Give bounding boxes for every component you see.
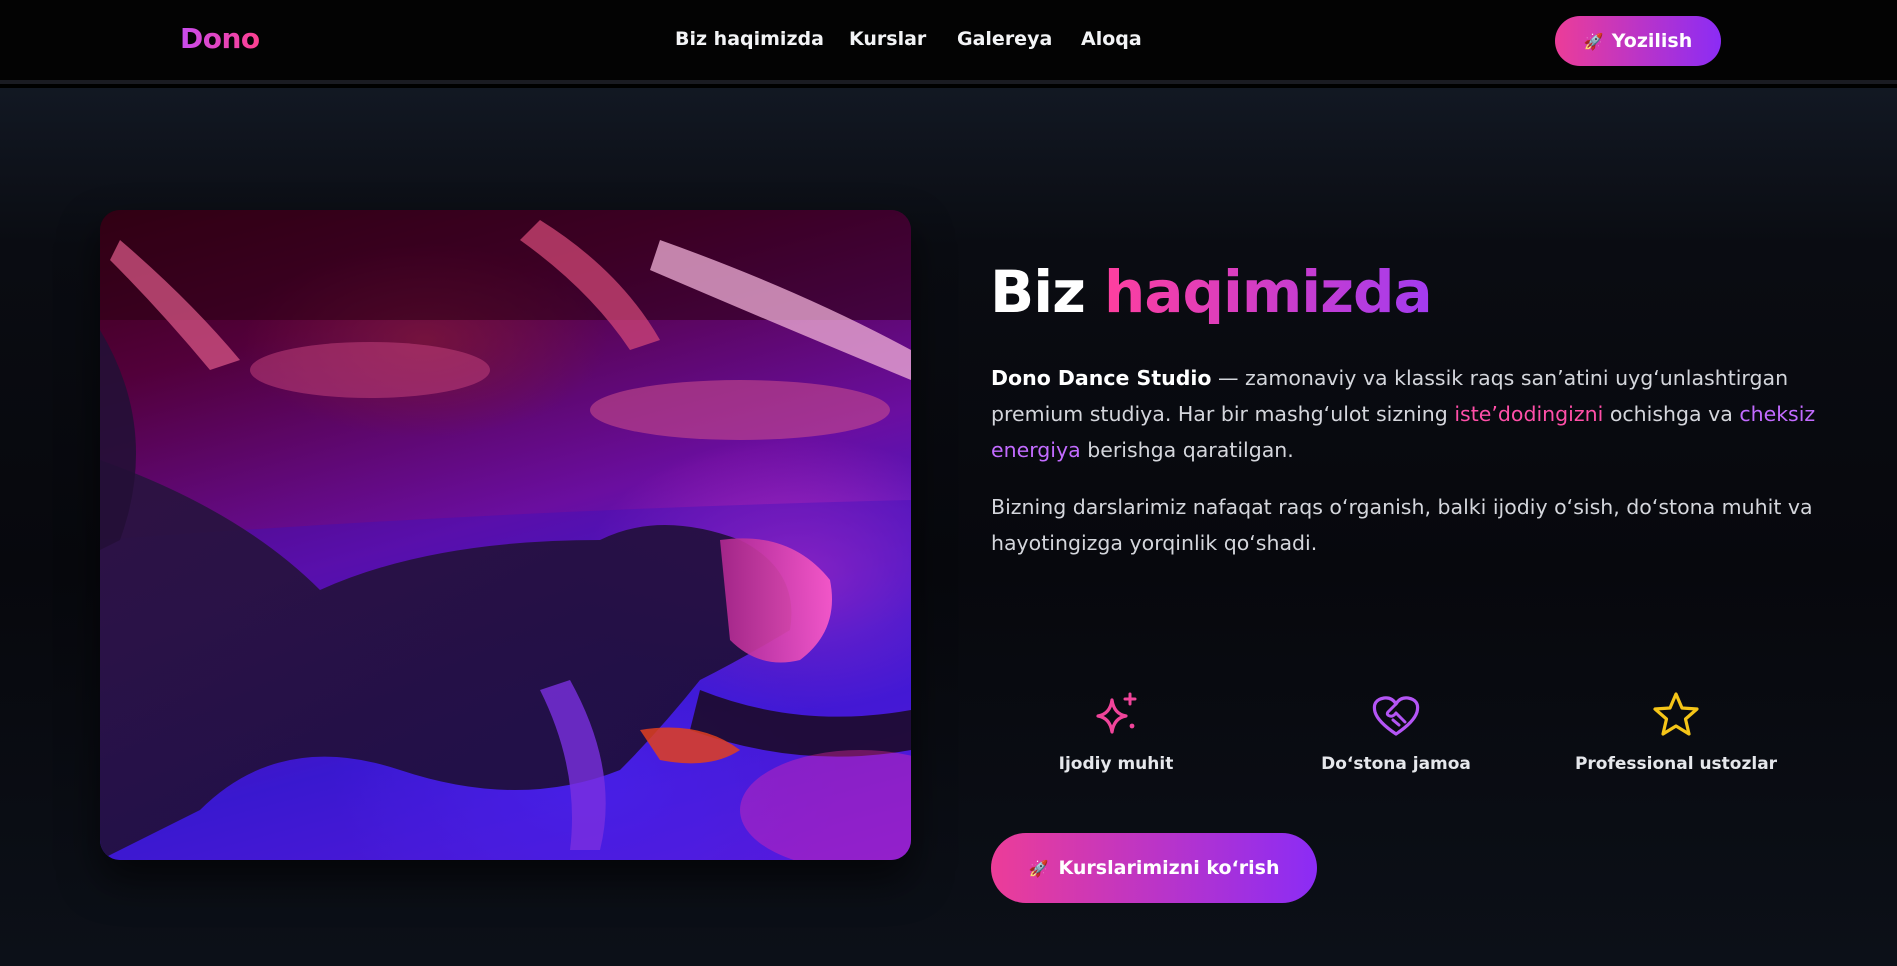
- heart-handshake-icon: [1372, 696, 1420, 736]
- secondary-paragraph: Bizning darslarimiz nafaqat raqs o‘rgani…: [991, 495, 1813, 555]
- title-accent: haqimizda: [1104, 258, 1433, 326]
- feature-friendly: Do‘stona jamoa: [1276, 688, 1516, 774]
- intro-text-2: ochishga va: [1603, 402, 1740, 426]
- about-section: Biz haqimizda Dono Dance Studio — zamona…: [0, 88, 1897, 966]
- studio-name: Dono Dance Studio: [991, 366, 1212, 390]
- feature-professional: Professional ustozlar: [1556, 688, 1796, 774]
- top-navbar: Dono Biz haqimizda Kurslar Galereya Aloq…: [0, 0, 1897, 84]
- nav-item-contact[interactable]: Aloqa: [1081, 28, 1142, 50]
- nav-item-about[interactable]: Biz haqimizda: [675, 28, 824, 50]
- section-title: Biz haqimizda: [990, 258, 1433, 326]
- rocket-icon: 🚀: [1583, 31, 1604, 51]
- nav-item-courses[interactable]: Kurslar: [849, 28, 926, 50]
- feature-label: Ijodiy muhit: [1058, 754, 1174, 774]
- sparkles-icon: [1096, 692, 1137, 734]
- signup-button[interactable]: 🚀 Yozilish: [1555, 16, 1721, 66]
- signup-button-label: Yozilish: [1611, 30, 1693, 52]
- intro-text-3: berishga qaratilgan.: [1080, 438, 1294, 462]
- rocket-icon: 🚀: [1028, 858, 1049, 878]
- feature-list: Ijodiy muhit Do‘stona jamoa Professional…: [0, 688, 1897, 798]
- feature-creative: Ijodiy muhit: [996, 688, 1236, 774]
- nav-item-gallery[interactable]: Galereya: [957, 28, 1052, 50]
- feature-label: Do‘stona jamoa: [1321, 754, 1471, 774]
- title-plain: Biz: [990, 258, 1105, 326]
- feature-label: Professional ustozlar: [1574, 754, 1778, 774]
- view-courses-button[interactable]: 🚀 Kurslarimizni ko‘rish: [991, 833, 1317, 903]
- intro-paragraph: Dono Dance Studio — zamonaviy va klassik…: [991, 360, 1821, 468]
- star-icon: [1653, 692, 1699, 736]
- highlight-talent: iste’dodingizni: [1454, 402, 1604, 426]
- view-courses-label: Kurslarimizni ko‘rish: [1058, 857, 1280, 879]
